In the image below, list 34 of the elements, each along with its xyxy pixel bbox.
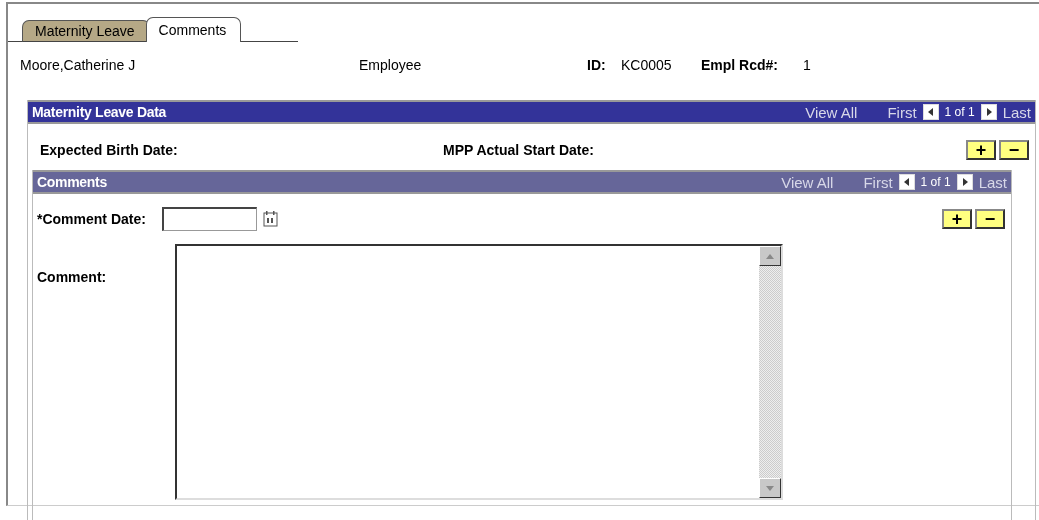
scroll-up-button[interactable] bbox=[759, 246, 781, 266]
field-label: Comment: bbox=[37, 269, 108, 285]
first-link[interactable]: First bbox=[887, 103, 917, 121]
scroll-down-button[interactable] bbox=[759, 478, 781, 498]
grid-title: Maternity Leave Data bbox=[32, 104, 168, 120]
employee-name: Moore,Catherine J bbox=[20, 57, 137, 73]
empl-rcd-label: Empl Rcd#: bbox=[701, 57, 779, 73]
grid-title: Comments bbox=[37, 174, 108, 190]
first-link[interactable]: First bbox=[863, 173, 893, 191]
delete-row-button[interactable]: − bbox=[975, 209, 1005, 229]
field-label: Expected Birth Date: bbox=[40, 142, 179, 158]
empl-rcd-value: 1 bbox=[803, 57, 812, 73]
comment-date-field[interactable] bbox=[161, 207, 257, 231]
view-all-link[interactable]: View All bbox=[805, 103, 858, 121]
last-link[interactable]: Last bbox=[978, 173, 1007, 191]
view-all-link[interactable]: View All bbox=[781, 173, 834, 191]
employee-role: Employee bbox=[359, 57, 423, 73]
id-value: KC0005 bbox=[621, 57, 673, 73]
add-row-button[interactable]: + bbox=[966, 140, 996, 160]
calendar-icon[interactable] bbox=[261, 210, 280, 228]
last-link[interactable]: Last bbox=[1002, 103, 1031, 121]
tab[interactable]: Comments bbox=[145, 17, 242, 42]
field-label: MPP Actual Start Date: bbox=[443, 142, 595, 158]
add-row-button[interactable]: + bbox=[942, 209, 972, 229]
delete-row-button[interactable]: − bbox=[999, 140, 1029, 160]
previous-button[interactable] bbox=[922, 104, 939, 120]
field-label: *Comment Date: bbox=[37, 211, 146, 227]
next-button[interactable] bbox=[980, 104, 997, 120]
next-button[interactable] bbox=[956, 174, 973, 190]
row-count: 1 of 1 bbox=[920, 175, 951, 189]
id-label: ID: bbox=[587, 57, 607, 73]
scrollbar[interactable] bbox=[759, 246, 781, 498]
row-count: 1 of 1 bbox=[944, 105, 975, 119]
previous-button[interactable] bbox=[898, 174, 915, 190]
